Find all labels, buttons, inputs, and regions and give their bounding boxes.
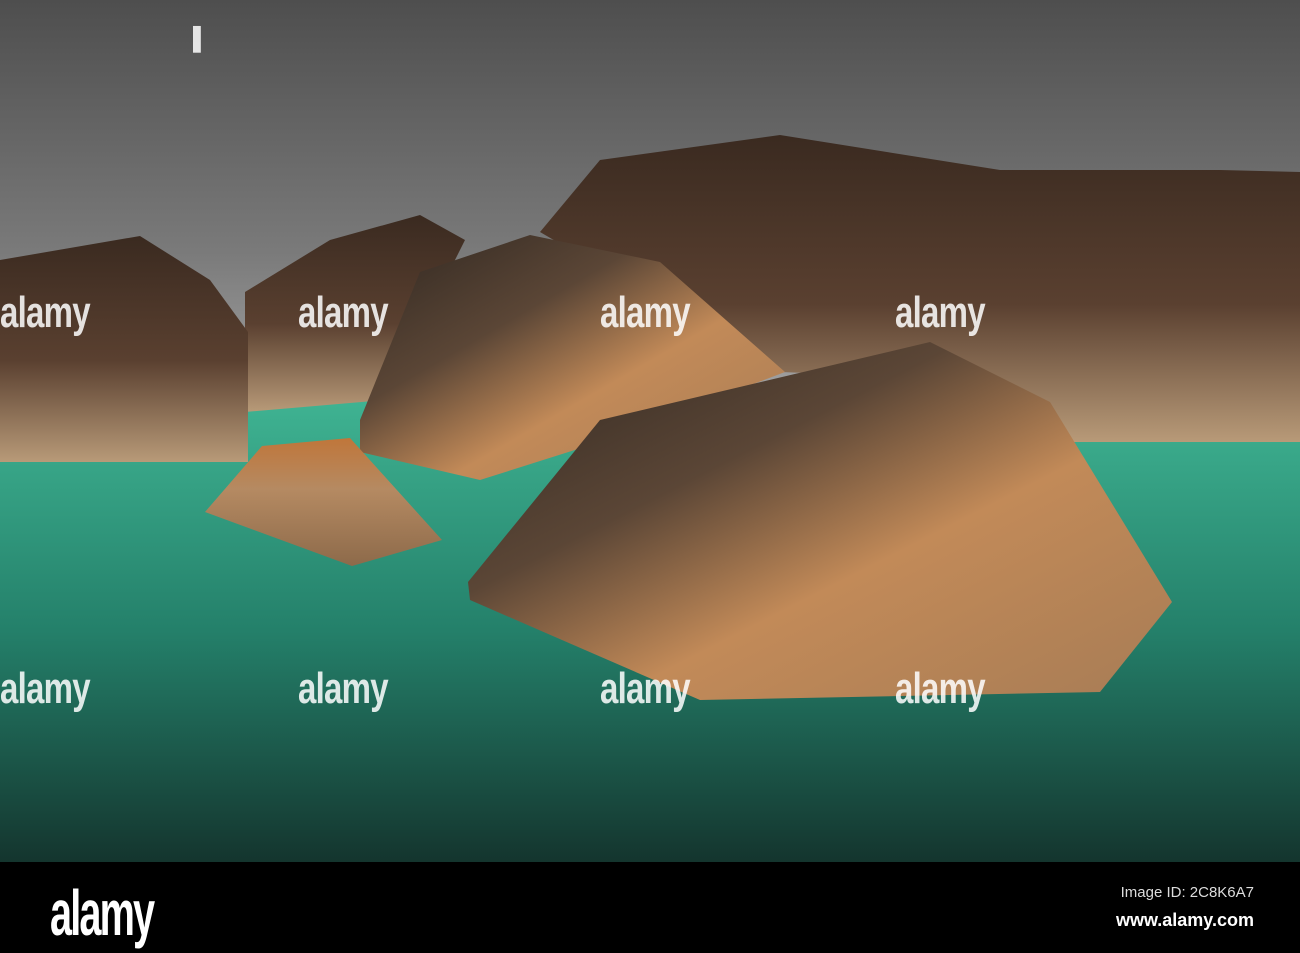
watermark: alamy — [895, 288, 986, 337]
watermark: alamy — [0, 288, 91, 337]
watermark: alamy — [895, 664, 986, 713]
watermark: alamy — [298, 664, 389, 713]
watermark: alamy — [0, 664, 91, 713]
landscape-photo — [0, 0, 1300, 862]
watermark: alamy — [298, 288, 389, 337]
footer-logo: alamy — [50, 877, 155, 949]
watermark: alamy — [600, 288, 691, 337]
website-link[interactable]: www.alamy.com — [1116, 910, 1254, 931]
image-id: Image ID: 2C8K6A7 — [1120, 884, 1254, 901]
watermark-icon: ▌ — [193, 26, 209, 51]
footer-bar: alamy Image ID: 2C8K6A7 www.alamy.com — [0, 862, 1300, 953]
watermark: alamy — [600, 664, 691, 713]
